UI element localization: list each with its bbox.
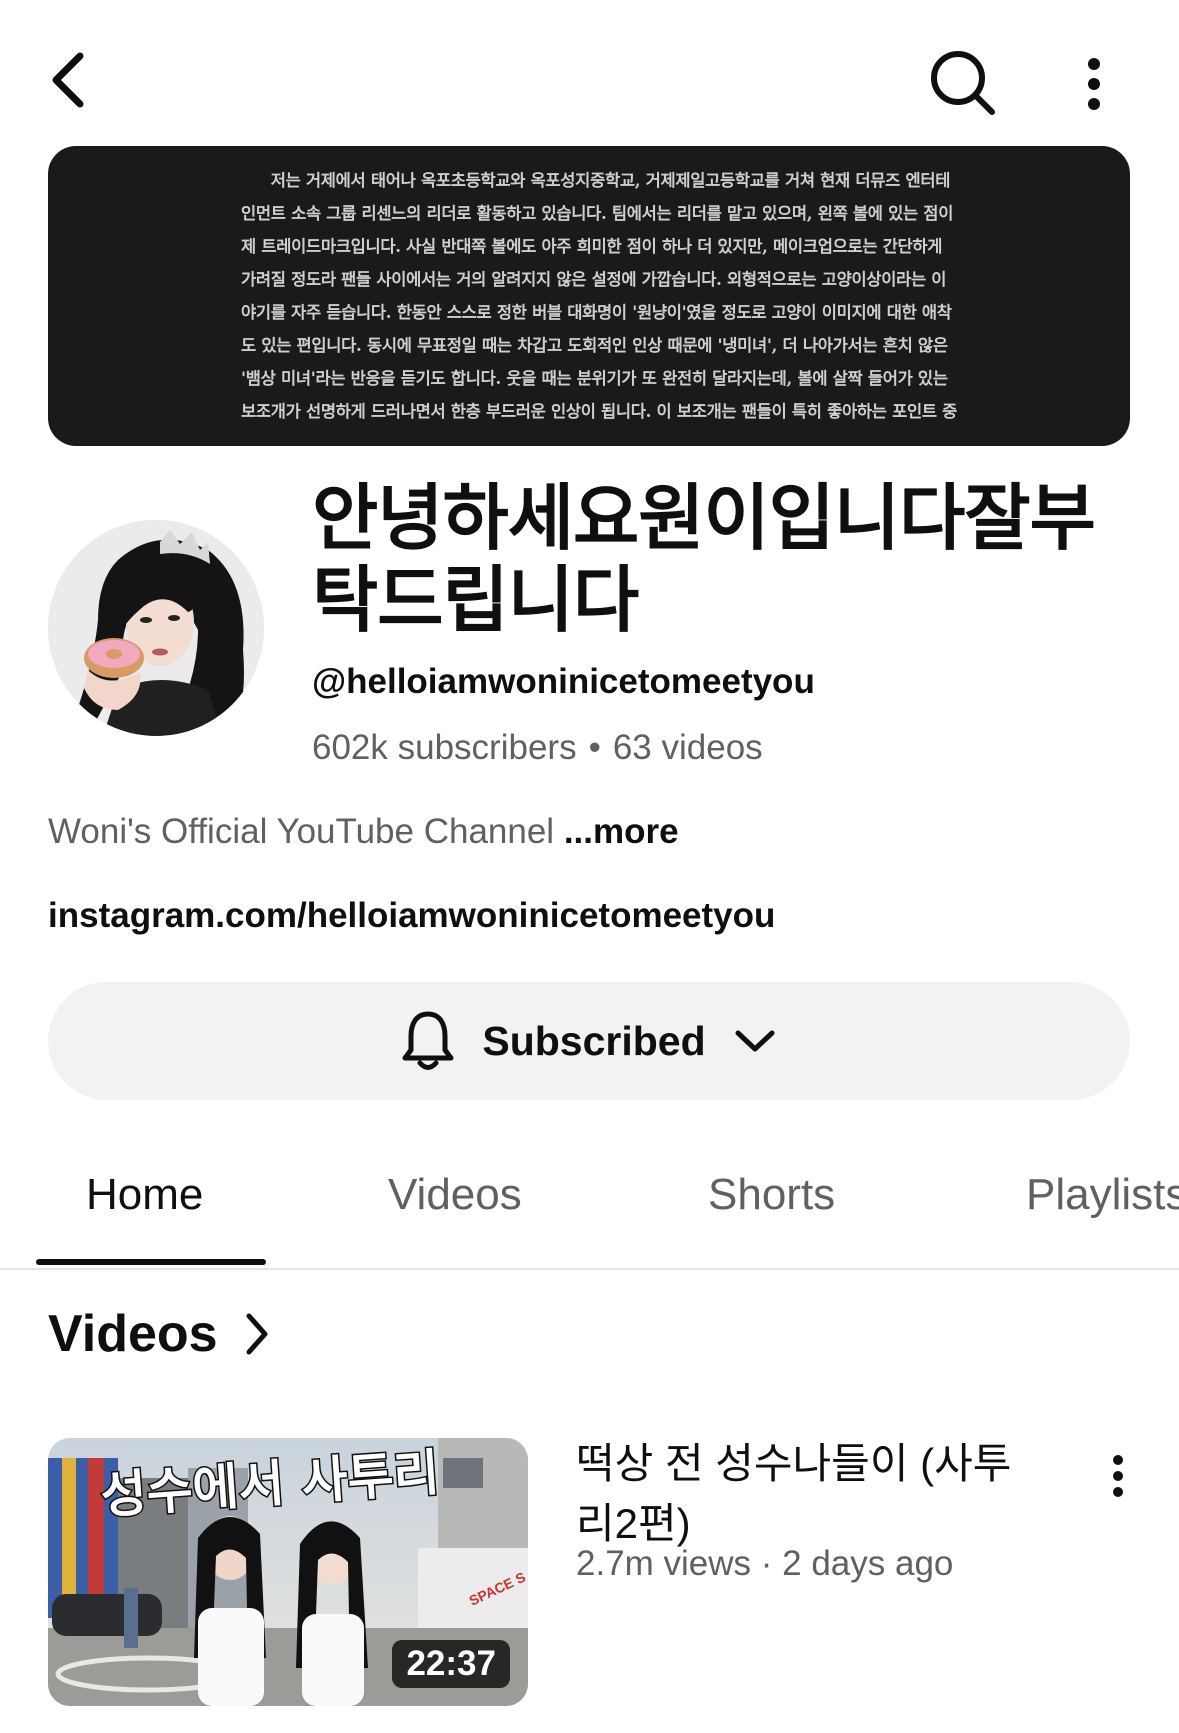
chevron-down-icon [735,1030,775,1052]
video-thumbnail[interactable]: SPACE S 성수에서 사투리 22:37 [48,1438,528,1706]
more-vertical-icon [1113,1455,1123,1497]
channel-description[interactable]: Woni's Official YouTube Channel ...more [48,812,679,852]
chevron-right-icon [246,1313,268,1355]
video-duration: 22:37 [392,1640,510,1688]
subscriber-count: 602k subscribers [312,728,577,767]
stats-separator: • [588,728,601,767]
video-title[interactable]: 떡상 전 성수나들이 (사투리2편) [576,1434,1036,1554]
more-link[interactable]: ...more [564,812,679,851]
search-icon [931,51,995,115]
more-options-button[interactable] [1066,44,1122,124]
video-options-button[interactable] [1096,1436,1140,1516]
channel-name: 안녕하세요원이입니다잘부탁드립니다 [312,479,1096,641]
videos-section-header[interactable]: Videos [48,1304,270,1364]
channel-handle: @helloiamwoninicetomeetyou [312,662,815,701]
channel-stats: 602k subscribers • 63 videos [312,728,763,768]
channel-banner: 저는 거제에서 태어나 옥포초등학교와 옥포성지중학교, 거제제일고등학교를 거… [48,146,1130,446]
avatar[interactable] [48,520,264,736]
tab-playlists[interactable]: Playlists [1026,1170,1179,1220]
subscribed-button[interactable]: Subscribed [48,982,1130,1100]
chevron-left-icon [52,52,84,108]
more-vertical-icon [1088,58,1100,110]
back-button[interactable] [36,40,100,120]
search-button[interactable] [918,38,1008,128]
channel-tabs: Home Videos Shorts Playlists [0,1150,1179,1270]
banner-text: 저는 거제에서 태어나 옥포초등학교와 옥포성지중학교, 거제제일고등학교를 거… [241,171,958,421]
avatar-image [48,520,264,736]
bell-icon [402,1011,454,1070]
video-meta: 2.7m views · 2 days ago [576,1544,954,1583]
tab-videos[interactable]: Videos [388,1170,522,1220]
active-tab-indicator [36,1259,266,1265]
section-title: Videos [48,1305,218,1363]
tab-home[interactable]: Home [86,1170,203,1220]
subscribed-label: Subscribed [482,1017,706,1064]
video-count: 63 videos [612,728,763,767]
description-text: Woni's Official YouTube Channel [48,812,555,851]
tab-shorts[interactable]: Shorts [708,1170,835,1220]
channel-link[interactable]: instagram.com/helloiamwoninicetomeetyou [48,896,775,936]
